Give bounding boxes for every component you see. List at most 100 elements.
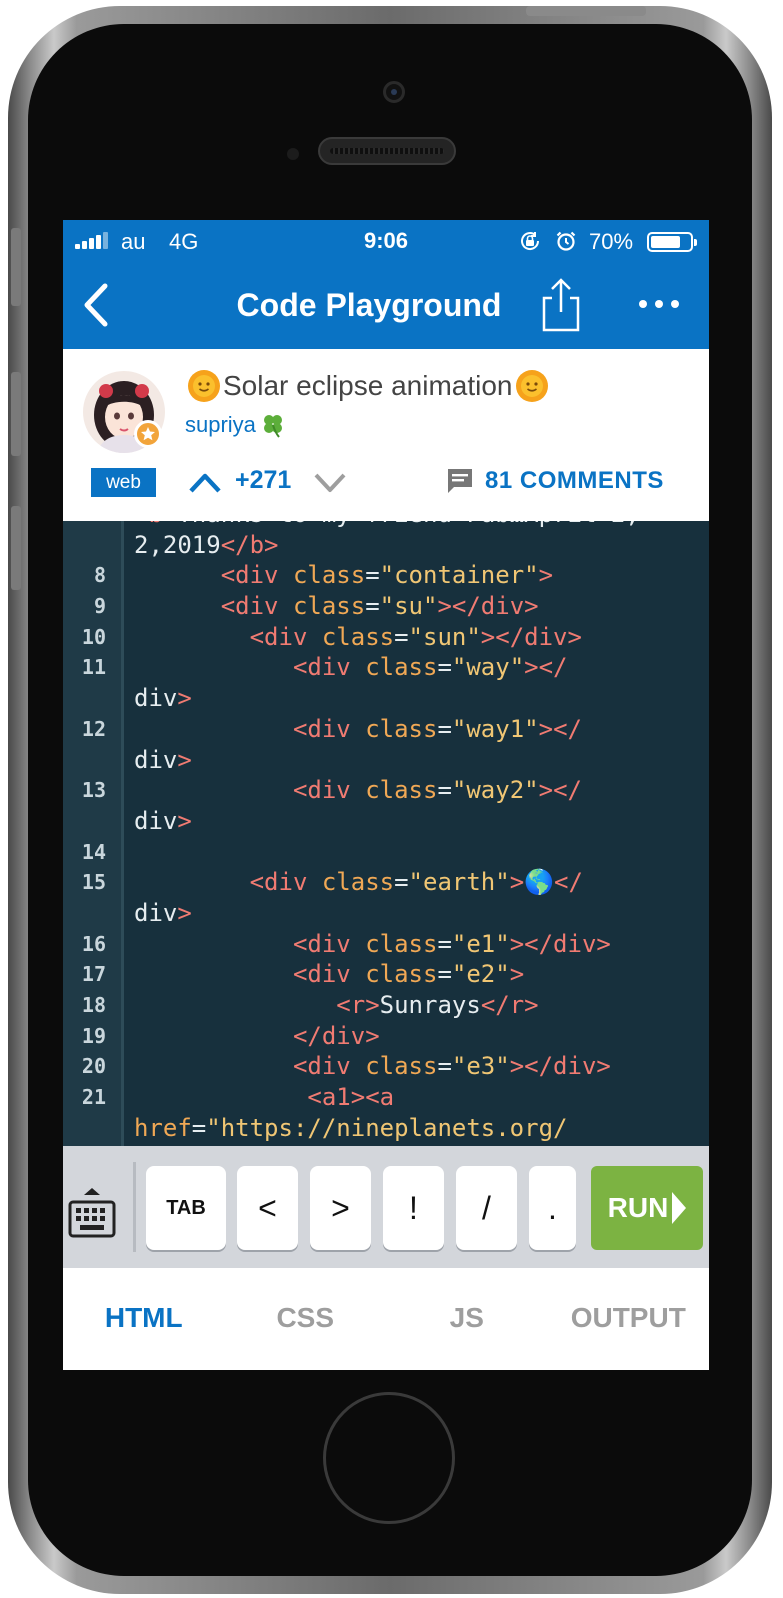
exclamation-key[interactable]: ! bbox=[383, 1166, 444, 1250]
slash-key[interactable]: / bbox=[456, 1166, 517, 1250]
tab-output[interactable]: OUTPUT bbox=[548, 1268, 710, 1370]
tab-js[interactable]: JS bbox=[386, 1268, 548, 1370]
line-number: 11 bbox=[81, 655, 106, 680]
code-title: Solar eclipse animation bbox=[223, 370, 513, 401]
line-number: 8 bbox=[93, 563, 106, 588]
code-text: </div> bbox=[292, 1021, 380, 1050]
code-text: <div class="container"> bbox=[220, 561, 554, 590]
code-line[interactable]: 16 <div class="e1"></div> bbox=[63, 929, 709, 960]
line-number: 15 bbox=[81, 870, 106, 895]
code-text: <div class="e1"></div> bbox=[292, 929, 611, 958]
downvote-icon[interactable] bbox=[312, 467, 348, 497]
line-number: 14 bbox=[81, 839, 106, 864]
line-number: 10 bbox=[81, 624, 106, 649]
code-text: <div class="e3"></div> bbox=[292, 1052, 611, 1081]
author-name[interactable]: supriya bbox=[185, 412, 256, 438]
code-line[interactable]: 15 <div class="earth">🌎</ bbox=[63, 867, 709, 898]
code-line[interactable]: 19 </div> bbox=[63, 1021, 709, 1052]
battery-percent: 70% bbox=[589, 229, 634, 254]
upvote-icon[interactable] bbox=[187, 467, 223, 497]
code-line[interactable]: 2,2019</b> bbox=[63, 530, 709, 561]
code-line[interactable]: 14 bbox=[63, 837, 709, 868]
code-text: div> bbox=[134, 806, 192, 835]
code-content[interactable]: <b>Thanks to my friend Fab…April 2,2,201… bbox=[63, 521, 709, 1146]
code-line[interactable]: <b>Thanks to my friend Fab…April 2, bbox=[63, 521, 709, 530]
code-line[interactable]: 18 <r>Sunrays</r> bbox=[63, 990, 709, 1021]
keyboard-icon[interactable] bbox=[67, 1186, 117, 1242]
app-screen: au 4G 9:06 70% Code Playground Solar ecl… bbox=[63, 220, 709, 1370]
period-key[interactable]: . bbox=[529, 1166, 576, 1250]
code-line[interactable]: 20 <div class="e3"></div> bbox=[63, 1051, 709, 1082]
more-icon[interactable] bbox=[637, 292, 681, 316]
code-text: <div class="way"></ bbox=[292, 653, 568, 682]
code-line[interactable]: div> bbox=[63, 683, 709, 714]
code-text: 2,2019</b> bbox=[134, 530, 279, 559]
author-row: supriya bbox=[185, 411, 287, 439]
earpiece-speaker bbox=[318, 137, 456, 165]
code-line[interactable]: 21 <a1><a bbox=[63, 1082, 709, 1113]
less-than-key[interactable]: < bbox=[237, 1166, 298, 1250]
line-number: 18 bbox=[81, 993, 106, 1017]
code-text: div> bbox=[134, 898, 192, 927]
sun-emoji-icon bbox=[515, 370, 548, 402]
mute-switch bbox=[11, 228, 21, 306]
code-line[interactable]: div> bbox=[63, 806, 709, 837]
code-line[interactable]: 10 <div class="sun"></div> bbox=[63, 622, 709, 653]
run-label: RUN bbox=[607, 1192, 669, 1223]
code-line[interactable]: 8 <div class="container"> bbox=[63, 560, 709, 591]
code-line[interactable]: div> bbox=[63, 745, 709, 776]
code-line[interactable]: 17 <div class="e2"> bbox=[63, 959, 709, 990]
power-button bbox=[526, 6, 646, 16]
line-number: 20 bbox=[81, 1054, 106, 1079]
toolbar-divider bbox=[133, 1162, 136, 1252]
code-line[interactable]: div> bbox=[63, 898, 709, 929]
key-toolbar: TAB < > ! / . RUN bbox=[63, 1146, 709, 1268]
code-line[interactable]: href="https://nineplanets.org/ bbox=[63, 1113, 709, 1144]
line-number: 17 bbox=[81, 962, 106, 987]
tab-key[interactable]: TAB bbox=[146, 1166, 226, 1250]
share-icon[interactable] bbox=[537, 276, 585, 334]
code-text: <div class="sun"></div> bbox=[249, 622, 582, 651]
tab-html[interactable]: HTML bbox=[63, 1268, 225, 1370]
alarm-icon bbox=[556, 231, 576, 251]
code-line[interactable]: 12 <div class="way1"></ bbox=[63, 714, 709, 745]
nav-bar: Code Playground bbox=[63, 262, 709, 349]
sun-emoji-icon bbox=[188, 370, 220, 402]
front-camera bbox=[383, 81, 405, 103]
tab-css[interactable]: CSS bbox=[225, 1268, 387, 1370]
proximity-sensor bbox=[287, 148, 299, 160]
code-line[interactable]: 9 <div class="su"></div> bbox=[63, 591, 709, 622]
line-number: 21 bbox=[81, 1085, 106, 1110]
star-badge-icon bbox=[134, 420, 162, 448]
language-tag[interactable]: web bbox=[91, 468, 156, 497]
line-number: 19 bbox=[81, 1023, 106, 1048]
vote-count: +271 bbox=[235, 466, 292, 494]
line-number: 16 bbox=[81, 931, 106, 956]
code-text: <a1><a bbox=[307, 1083, 395, 1112]
code-text: <b>Thanks to my friend Fab…April 2, bbox=[134, 521, 640, 530]
code-editor[interactable]: <b>Thanks to my friend Fab…April 2,2,201… bbox=[63, 521, 709, 1146]
code-text: <div class="way1"></ bbox=[292, 714, 582, 743]
comments-label: 81 COMMENTS bbox=[485, 467, 664, 494]
battery-icon bbox=[647, 232, 697, 252]
code-line[interactable]: 11 <div class="way"></ bbox=[63, 652, 709, 683]
code-text: div> bbox=[134, 684, 192, 713]
run-arrow-icon bbox=[672, 1192, 687, 1224]
code-text: <div class="earth">🌎</ bbox=[249, 868, 583, 897]
greater-than-key[interactable]: > bbox=[310, 1166, 371, 1250]
home-button[interactable] bbox=[323, 1392, 455, 1524]
code-text: <div class="way2"></ bbox=[292, 776, 582, 805]
comment-icon bbox=[448, 469, 472, 493]
volume-up-button bbox=[11, 372, 21, 456]
code-line[interactable]: 13 <div class="way2"></ bbox=[63, 775, 709, 806]
code-text: div> bbox=[134, 745, 192, 774]
four-leaf-clover-icon bbox=[263, 415, 282, 438]
code-header: Solar eclipse animation supriya web +271… bbox=[63, 349, 709, 521]
comments-button[interactable]: 81 COMMENTS bbox=[445, 466, 664, 496]
code-text: <div class="e2"> bbox=[292, 960, 525, 989]
code-text: <div class="su"></div> bbox=[220, 592, 539, 621]
run-button[interactable]: RUN bbox=[591, 1166, 703, 1250]
volume-down-button bbox=[11, 506, 21, 590]
editor-tab-bar: HTML CSS JS OUTPUT bbox=[63, 1268, 709, 1370]
line-number: 13 bbox=[81, 778, 106, 803]
